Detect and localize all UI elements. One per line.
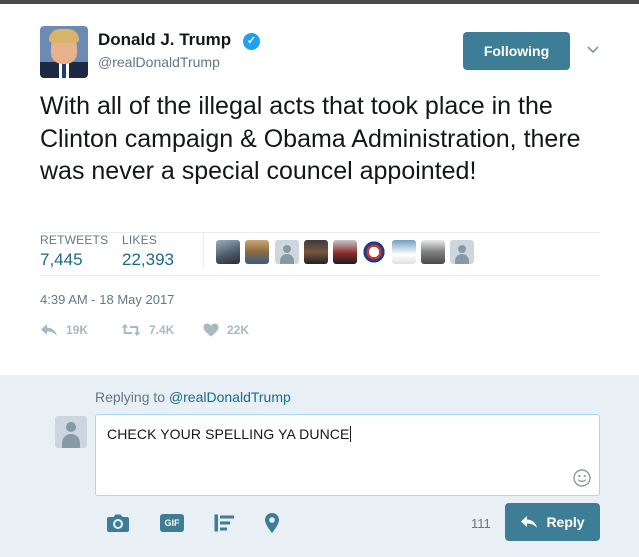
add-location-button[interactable] [264, 512, 280, 534]
reply-icon [521, 516, 538, 528]
tweet-timestamp[interactable]: 4:39 AM - 18 May 2017 [40, 292, 174, 307]
liker-avatar[interactable] [362, 240, 386, 264]
poll-icon [214, 514, 234, 532]
reply-input[interactable]: CHECK YOUR SPELLING YA DUNCE [95, 414, 600, 496]
author-avatar[interactable] [40, 26, 88, 78]
add-photo-button[interactable] [106, 512, 130, 534]
divider [40, 275, 600, 276]
liker-avatar[interactable] [245, 240, 269, 264]
emoji-icon[interactable] [573, 469, 591, 487]
retweets-count[interactable]: 7,445 [40, 250, 83, 270]
retweet-action[interactable]: 7.4K [121, 321, 174, 339]
author-name[interactable]: Donald J. Trump [98, 30, 231, 50]
reply-button-label: Reply [546, 514, 585, 530]
retweet-icon [121, 324, 141, 336]
stats-separator [203, 233, 204, 268]
tweet-text: With all of the illegal acts that took p… [40, 92, 581, 185]
reply-action[interactable]: 19K [40, 321, 88, 339]
likes-label: LIKES [122, 233, 158, 247]
like-count: 22K [227, 323, 250, 337]
reply-count: 19K [66, 323, 89, 337]
replying-to-handle[interactable]: @realDonaldTrump [169, 389, 291, 405]
retweet-count: 7.4K [149, 323, 175, 337]
reply-icon [41, 324, 57, 336]
liker-avatar[interactable] [333, 240, 357, 264]
gif-icon: GIF [160, 514, 184, 532]
chevron-down-icon[interactable] [585, 41, 601, 57]
liker-avatar[interactable] [450, 240, 474, 264]
verified-badge-icon: ✓ [243, 33, 260, 50]
current-user-avatar [55, 416, 87, 448]
camera-icon [107, 514, 129, 532]
author-handle[interactable]: @realDonaldTrump [98, 54, 220, 70]
reply-draft[interactable]: CHECK YOUR SPELLING YA DUNCE [107, 426, 352, 442]
add-gif-button[interactable]: GIF [160, 512, 184, 534]
reply-button[interactable]: Reply [505, 503, 600, 541]
following-button[interactable]: Following [463, 32, 570, 70]
liker-avatar[interactable] [275, 240, 299, 264]
liker-avatar[interactable] [421, 240, 445, 264]
liker-avatar[interactable] [216, 240, 240, 264]
replying-to: Replying to @realDonaldTrump [95, 389, 291, 405]
like-action[interactable]: 22K [203, 321, 249, 339]
liker-avatar[interactable] [392, 240, 416, 264]
heart-icon [203, 323, 219, 337]
add-poll-button[interactable] [214, 512, 236, 534]
likes-count[interactable]: 22,393 [122, 250, 174, 270]
character-counter: 111 [471, 516, 491, 531]
retweets-label: RETWEETS [40, 233, 109, 247]
location-pin-icon [265, 513, 279, 533]
liker-avatar[interactable] [304, 240, 328, 264]
replying-to-label: Replying to [95, 389, 166, 405]
